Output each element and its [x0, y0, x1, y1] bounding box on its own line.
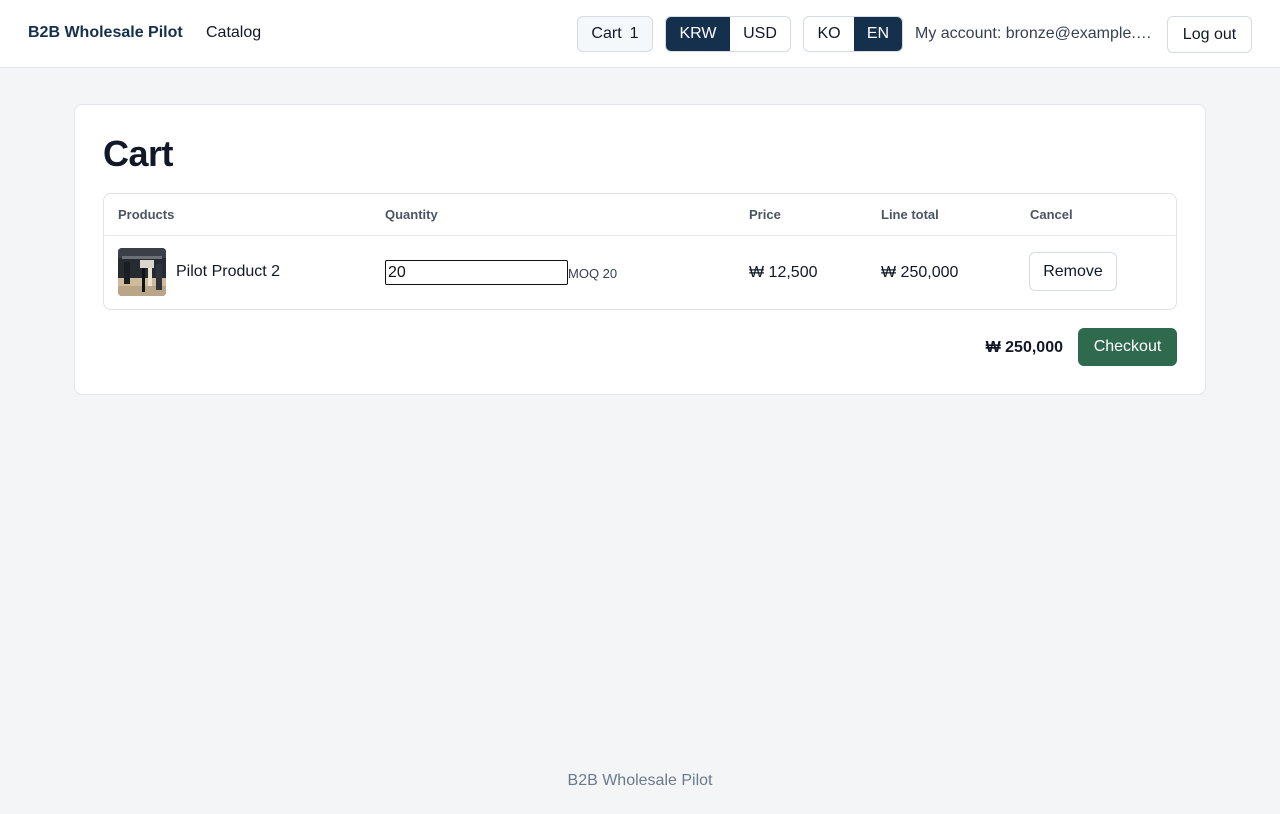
brand-link[interactable]: B2B Wholesale Pilot: [28, 24, 183, 42]
cart-label: Cart: [591, 25, 622, 42]
cart-button[interactable]: Cart 1: [577, 16, 653, 52]
language-option-en[interactable]: EN: [854, 17, 902, 51]
column-header-line-total: Line total: [881, 207, 939, 222]
column-header-products: Products: [118, 207, 175, 222]
my-account-link[interactable]: My account: bronze@example.com: [915, 25, 1155, 43]
language-toggle: KO EN: [803, 16, 903, 52]
cart-card: Cart Products Quantity Price Line total …: [74, 104, 1206, 395]
table-row: Pilot Product 2 MOQ 20 ₩ 12,500 ₩ 250,00…: [104, 236, 1176, 310]
cart-count-badge: 1: [629, 25, 639, 42]
currency-option-krw[interactable]: KRW: [666, 17, 730, 51]
line-total: ₩ 250,000: [881, 264, 959, 281]
footer-text: B2B Wholesale Pilot: [567, 772, 713, 789]
currency-option-usd[interactable]: USD: [730, 17, 790, 51]
unit-price: ₩ 12,500: [749, 264, 818, 281]
top-navbar: B2B Wholesale Pilot Catalog Cart 1 KRW U…: [0, 0, 1280, 68]
cart-total: ₩ 250,000: [985, 339, 1063, 356]
column-header-cancel: Cancel: [1030, 207, 1073, 222]
moq-label: MOQ 20: [568, 266, 618, 281]
nav-catalog-link[interactable]: Catalog: [206, 24, 261, 42]
column-header-quantity: Quantity: [385, 207, 438, 222]
product-name: Pilot Product 2: [176, 263, 281, 280]
remove-button[interactable]: Remove: [1029, 252, 1117, 291]
language-option-ko[interactable]: KO: [804, 17, 854, 51]
currency-toggle: KRW USD: [665, 16, 791, 52]
row-divider: [104, 309, 372, 310]
quantity-input[interactable]: [385, 260, 568, 285]
column-header-price: Price: [749, 207, 781, 222]
checkout-button[interactable]: Checkout: [1078, 328, 1177, 366]
product-thumbnail: [118, 248, 166, 296]
page-title: Cart: [103, 133, 174, 174]
logout-button[interactable]: Log out: [1167, 16, 1252, 53]
cart-table-header: Products Quantity Price Line total Cance…: [104, 194, 1176, 236]
cart-table: Products Quantity Price Line total Cance…: [103, 193, 1177, 310]
